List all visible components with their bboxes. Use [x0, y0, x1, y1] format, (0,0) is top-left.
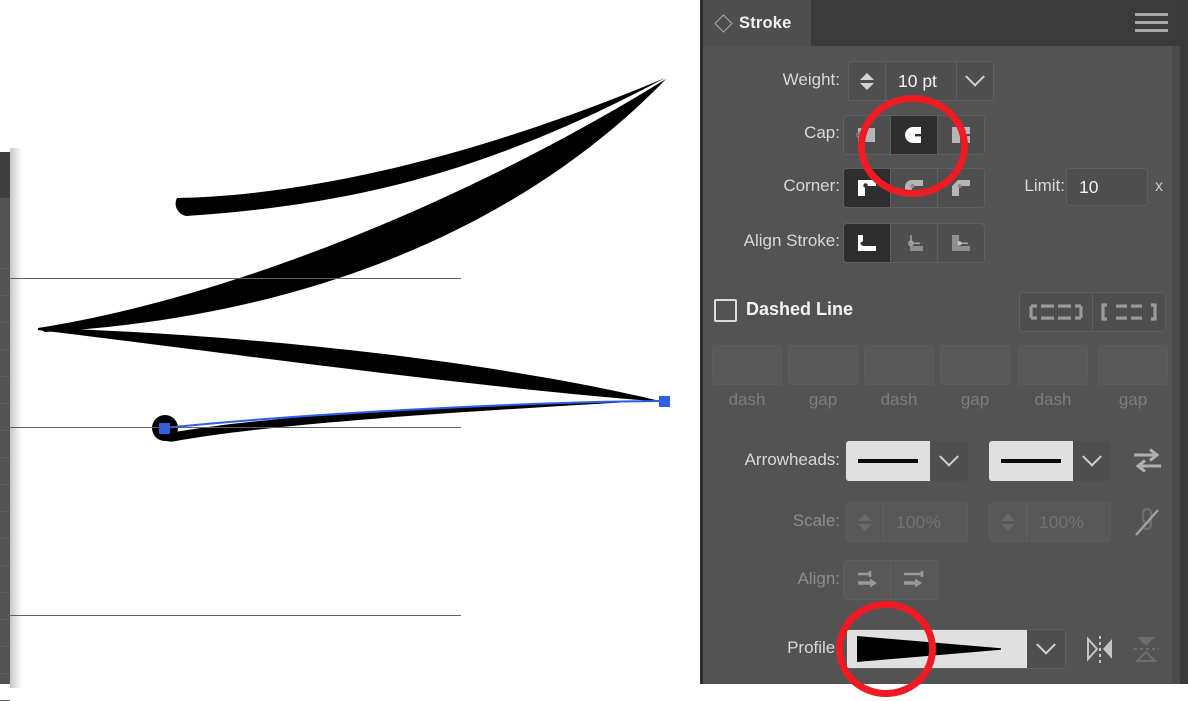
align-arrowheads-options	[843, 560, 938, 600]
dash-label-3: dash	[1034, 390, 1072, 409]
illustrator-window: ✕ Stroke Weight: 10 pt Ca	[0, 0, 1188, 701]
link-broken-icon	[1130, 505, 1164, 539]
align-arrowheads-label: Align:	[797, 569, 840, 588]
anchor-point-end[interactable]	[659, 396, 670, 407]
gap-field-3[interactable]	[1098, 345, 1168, 385]
scale-end-stepper	[990, 503, 1027, 541]
arrowheads-label: Arrowheads:	[744, 450, 840, 469]
document-canvas[interactable]	[0, 0, 700, 684]
arrowhead-end-dropdown[interactable]	[1073, 441, 1111, 481]
anchor-point-start[interactable]	[159, 423, 170, 434]
panel-left-border	[700, 0, 703, 684]
panel-scroll-track[interactable]	[1172, 0, 1180, 684]
place-arrow-tip-at-end-icon	[891, 561, 937, 599]
cap-round-highlight	[858, 95, 968, 197]
divider-2	[8, 427, 461, 428]
collapsed-left-panel[interactable]: ✕	[0, 152, 10, 701]
panel-tabbar: Stroke	[703, 0, 1180, 46]
dash-field-3[interactable]	[1018, 345, 1088, 385]
arrowhead-start-dropdown[interactable]	[930, 441, 968, 481]
tab-stroke[interactable]: Stroke	[703, 0, 811, 46]
miter-limit-field[interactable]: 10	[1066, 168, 1148, 206]
align-stroke-options[interactable]	[843, 223, 985, 263]
arrowhead-end-preview	[989, 441, 1073, 481]
gap-label-2: gap	[960, 390, 990, 409]
gap-field-2[interactable]	[940, 345, 1010, 385]
chevron-down-icon	[1036, 634, 1057, 655]
dash-corner-options[interactable]	[1019, 292, 1166, 332]
checkbox-box	[714, 299, 737, 322]
artwork-path-lower[interactable]	[38, 328, 664, 402]
arrowhead-end-select[interactable]	[989, 441, 1111, 481]
divider-1	[8, 278, 461, 279]
weight-stepper[interactable]	[849, 62, 886, 100]
profile-label: Profile:	[787, 638, 840, 657]
flip-across-icon[interactable]	[1130, 632, 1166, 666]
arrowhead-start-scale-field: 100%	[846, 502, 968, 542]
divider-3	[8, 615, 461, 616]
swap-arrowheads-icon[interactable]	[1130, 444, 1166, 478]
scale-start-stepper	[847, 503, 884, 541]
gap-field-1[interactable]	[788, 345, 858, 385]
corner-label: Corner:	[783, 176, 840, 195]
preserve-exact-dash-gap-icon[interactable]	[1020, 293, 1093, 331]
align-stroke-button-inside[interactable]	[891, 224, 938, 262]
dash-label-1: dash	[728, 390, 766, 409]
artwork-layer	[38, 78, 670, 442]
dash-field-1[interactable]	[712, 345, 782, 385]
profile-highlight	[836, 601, 936, 697]
scale-start-value: 100%	[896, 511, 941, 532]
hamburger-menu-icon[interactable]	[1135, 13, 1168, 33]
cap-label: Cap:	[804, 123, 840, 142]
chevron-down-icon	[939, 446, 959, 467]
align-dashes-to-corners-icon[interactable]	[1093, 293, 1165, 331]
arrowhead-start-preview	[846, 441, 930, 481]
profile-dropdown-button[interactable]	[1027, 630, 1065, 668]
extend-arrow-tip-beyond-end-icon	[844, 561, 891, 599]
dashed-line-checkbox[interactable]	[714, 299, 737, 322]
collapsed-panel-body	[0, 242, 10, 701]
align-stroke-button-center[interactable]	[844, 224, 891, 262]
dash-label-2: dash	[880, 390, 918, 409]
gap-label-1: gap	[808, 390, 838, 409]
dashed-line-label: Dashed Line	[746, 299, 854, 319]
arrowhead-end-scale-field: 100%	[989, 502, 1111, 542]
align-stroke-button-outside[interactable]	[938, 224, 984, 262]
gap-label-3: gap	[1118, 390, 1148, 409]
scale-end-value: 100%	[1039, 511, 1084, 532]
limit-unit: x	[1155, 178, 1163, 195]
weight-label: Weight:	[782, 70, 840, 89]
diamond-icon	[714, 13, 733, 33]
collapsed-panel-tabbar[interactable]: ✕	[0, 152, 10, 198]
dash-field-2[interactable]	[864, 345, 934, 385]
panel-drop-shadow	[10, 148, 22, 688]
miter-limit-value[interactable]: 10	[1079, 177, 1098, 198]
flip-along-icon[interactable]	[1082, 632, 1118, 666]
chevron-down-icon	[965, 66, 985, 87]
align-stroke-label: Align Stroke:	[743, 231, 840, 250]
weight-value[interactable]: 10 pt	[886, 62, 956, 100]
limit-label: Limit:	[1024, 176, 1065, 195]
panel-right-border	[1180, 0, 1188, 684]
scale-label: Scale:	[792, 511, 840, 530]
panel-title: Stroke	[739, 13, 792, 32]
arrowhead-start-select[interactable]	[846, 441, 968, 481]
chevron-down-icon	[1082, 446, 1102, 467]
artwork-path-top[interactable]	[175, 78, 665, 216]
weight-dropdown-button[interactable]	[956, 62, 993, 100]
